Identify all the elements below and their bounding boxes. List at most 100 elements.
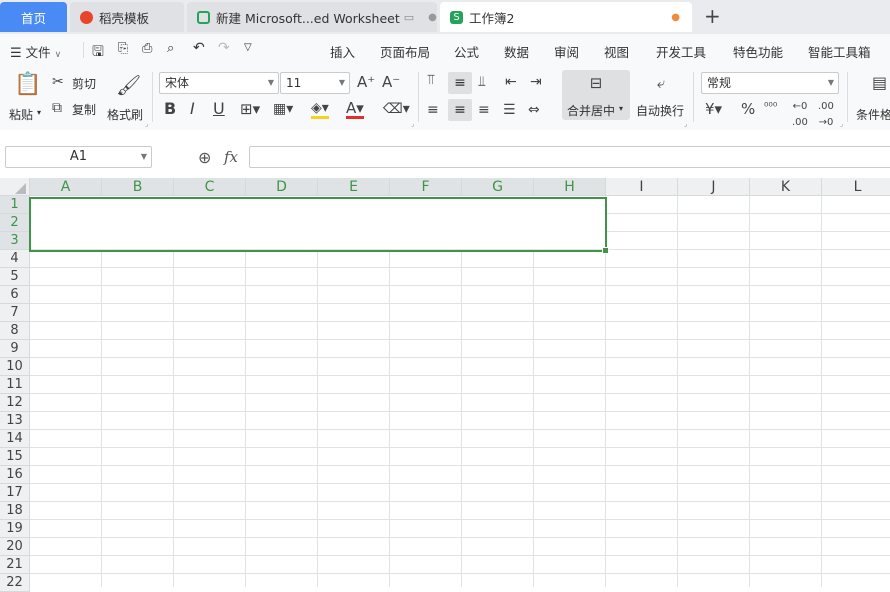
select-all-corner[interactable] bbox=[0, 178, 30, 196]
column-header-j[interactable]: J bbox=[678, 178, 750, 196]
row-header-3[interactable]: 3 bbox=[0, 232, 30, 250]
export-icon[interactable]: ⎘ bbox=[118, 41, 128, 56]
menu-bar: ☰ 文件 ∨ 🖫 ⎘ ⎙ ⌕ ↶ ↷ ▽ 开始 插入 页面布局 公式 数据 审阅… bbox=[0, 34, 890, 94]
row-header-20[interactable]: 20 bbox=[0, 538, 30, 556]
currency-icon[interactable]: ¥▾ bbox=[705, 101, 722, 117]
increase-decimal-icon[interactable]: ←0.00 bbox=[792, 99, 808, 131]
row-header-4[interactable]: 4 bbox=[0, 250, 30, 268]
menu-tab-review[interactable]: 审阅 bbox=[554, 42, 579, 61]
tab-close-dot[interactable]: ● bbox=[428, 12, 437, 23]
align-middle-icon[interactable]: ≡ bbox=[448, 72, 472, 94]
menu-tab-view[interactable]: 视图 bbox=[604, 42, 629, 61]
row-header-1[interactable]: 1 bbox=[0, 196, 30, 214]
row-header-22[interactable]: 22 bbox=[0, 574, 30, 592]
menu-tab-developer[interactable]: 开发工具 bbox=[656, 42, 706, 61]
tab-home[interactable]: 首页 bbox=[0, 2, 67, 32]
increase-font-icon[interactable]: A⁺ bbox=[357, 74, 375, 90]
spreadsheet-grid[interactable]: ABCDEFGHIJKL 1 2 3 4 5 6 7 8 9 10 11 12 13 14 15 16 17 18… bbox=[0, 178, 890, 592]
border-icon[interactable]: ⊞▾ bbox=[240, 101, 260, 117]
menu-file[interactable]: ☰ 文件 ∨ bbox=[10, 42, 61, 61]
tab-docer[interactable]: 稻壳模板 bbox=[70, 2, 184, 32]
align-center-icon[interactable]: ≡ bbox=[448, 99, 472, 121]
row-header-13[interactable]: 13 bbox=[0, 412, 30, 430]
print-icon[interactable]: ⎙ bbox=[142, 41, 152, 56]
paintbrush-icon: 🖌 bbox=[116, 73, 142, 97]
font-color-icon[interactable]: A▾ bbox=[346, 100, 364, 119]
column-header-g[interactable]: G bbox=[462, 178, 534, 196]
row-header-6[interactable]: 6 bbox=[0, 286, 30, 304]
print-preview-icon[interactable]: ⌕ bbox=[167, 41, 174, 56]
menu-tab-page-layout[interactable]: 页面布局 bbox=[380, 42, 430, 61]
thousands-icon[interactable]: ⁰⁰⁰ bbox=[764, 99, 777, 115]
formula-input[interactable] bbox=[249, 146, 890, 168]
column-header-f[interactable]: F bbox=[390, 178, 462, 196]
column-header-i[interactable]: I bbox=[606, 178, 678, 196]
row-header-16[interactable]: 16 bbox=[0, 466, 30, 484]
column-header-d[interactable]: D bbox=[246, 178, 318, 196]
wrap-text-button[interactable]: ⤶ 自动换行 bbox=[636, 70, 686, 120]
row-header-17[interactable]: 17 bbox=[0, 484, 30, 502]
decrease-font-icon[interactable]: A⁻ bbox=[382, 74, 400, 90]
selection-range bbox=[29, 197, 609, 254]
tab-workbook2[interactable]: S 工作簿2 ● bbox=[440, 2, 692, 32]
menu-tab-smart-toolbox[interactable]: 智能工具箱 bbox=[808, 42, 871, 61]
row-header-18[interactable]: 18 bbox=[0, 502, 30, 520]
column-header-b[interactable]: B bbox=[102, 178, 174, 196]
row-header-2[interactable]: 2 bbox=[0, 214, 30, 232]
column-header-k[interactable]: K bbox=[750, 178, 822, 196]
merge-center-button[interactable]: ⊟ 合并居中 ▾ bbox=[562, 70, 630, 120]
row-header-8[interactable]: 8 bbox=[0, 322, 30, 340]
align-right-icon[interactable]: ≡ bbox=[478, 102, 490, 118]
paste-button[interactable]: 📋 粘贴 ▾ bbox=[6, 70, 44, 123]
row-header-12[interactable]: 12 bbox=[0, 394, 30, 412]
fx-button[interactable]: fx bbox=[224, 148, 238, 166]
save-icon[interactable]: 🖫 bbox=[92, 41, 104, 65]
redo-icon[interactable]: ↷ bbox=[218, 40, 230, 56]
row-header-5[interactable]: 5 bbox=[0, 268, 30, 286]
font-size-select[interactable]: 11 ▼ bbox=[280, 72, 350, 94]
fill-handle[interactable] bbox=[602, 247, 609, 254]
align-top-icon[interactable]: ⫪ bbox=[427, 72, 435, 88]
tab-worksheet[interactable]: 新建 Microsoft...ed Worksheet ▭ ● bbox=[187, 2, 437, 32]
underline-icon[interactable]: U bbox=[213, 101, 225, 117]
column-header-h[interactable]: H bbox=[534, 178, 606, 196]
menu-tab-insert[interactable]: 插入 bbox=[330, 42, 355, 61]
menu-tab-formula[interactable]: 公式 bbox=[454, 42, 479, 61]
clear-icon[interactable]: ⌫▾ bbox=[383, 101, 410, 117]
indent-decrease-icon[interactable]: ⇤ bbox=[505, 74, 517, 90]
cell-style-icon[interactable]: ▦▾ bbox=[273, 101, 293, 117]
row-header-14[interactable]: 14 bbox=[0, 430, 30, 448]
indent-increase-icon[interactable]: ⇥ bbox=[530, 74, 542, 90]
menu-tab-features[interactable]: 特色功能 bbox=[733, 42, 783, 61]
row-header-10[interactable]: 10 bbox=[0, 358, 30, 376]
format-painter-button[interactable]: 🖌 格式刷 bbox=[106, 70, 146, 122]
fill-color-icon[interactable]: ◈▾ bbox=[311, 100, 329, 119]
row-header-15[interactable]: 15 bbox=[0, 448, 30, 466]
conditional-format-button[interactable]: ▤ 条件格 bbox=[854, 70, 890, 121]
column-header-c[interactable]: C bbox=[174, 178, 246, 196]
row-header-19[interactable]: 19 bbox=[0, 520, 30, 538]
decrease-decimal-icon[interactable]: .00 →0 bbox=[818, 99, 834, 131]
row-header-21[interactable]: 21 bbox=[0, 556, 30, 574]
column-header-e[interactable]: E bbox=[318, 178, 390, 196]
row-header-11[interactable]: 11 bbox=[0, 376, 30, 394]
undo-icon[interactable]: ↶ bbox=[193, 40, 205, 56]
row-header-7[interactable]: 7 bbox=[0, 304, 30, 322]
distributed-icon[interactable]: ⇔ bbox=[528, 102, 540, 118]
new-tab-button[interactable]: + bbox=[704, 6, 721, 26]
column-header-a[interactable]: A bbox=[30, 178, 102, 196]
name-box[interactable]: A1 ▼ bbox=[5, 146, 152, 168]
row-header-9[interactable]: 9 bbox=[0, 340, 30, 358]
align-bottom-icon[interactable]: ⫫ bbox=[478, 74, 486, 90]
column-header-l[interactable]: L bbox=[822, 178, 890, 196]
more-icon[interactable]: ▽ bbox=[244, 42, 252, 53]
justify-icon[interactable]: ☰ bbox=[503, 102, 516, 118]
font-name-select[interactable]: 宋体 ▼ bbox=[159, 72, 279, 94]
align-left-icon[interactable]: ≡ bbox=[427, 102, 439, 118]
italic-icon[interactable]: I bbox=[190, 101, 195, 117]
number-format-select[interactable]: 常规 ▼ bbox=[701, 72, 839, 94]
menu-tab-data[interactable]: 数据 bbox=[504, 42, 529, 61]
zoom-lookup-icon[interactable]: ⊕ bbox=[198, 148, 211, 167]
percent-icon[interactable]: % bbox=[741, 101, 755, 117]
bold-icon[interactable]: B bbox=[164, 101, 176, 117]
